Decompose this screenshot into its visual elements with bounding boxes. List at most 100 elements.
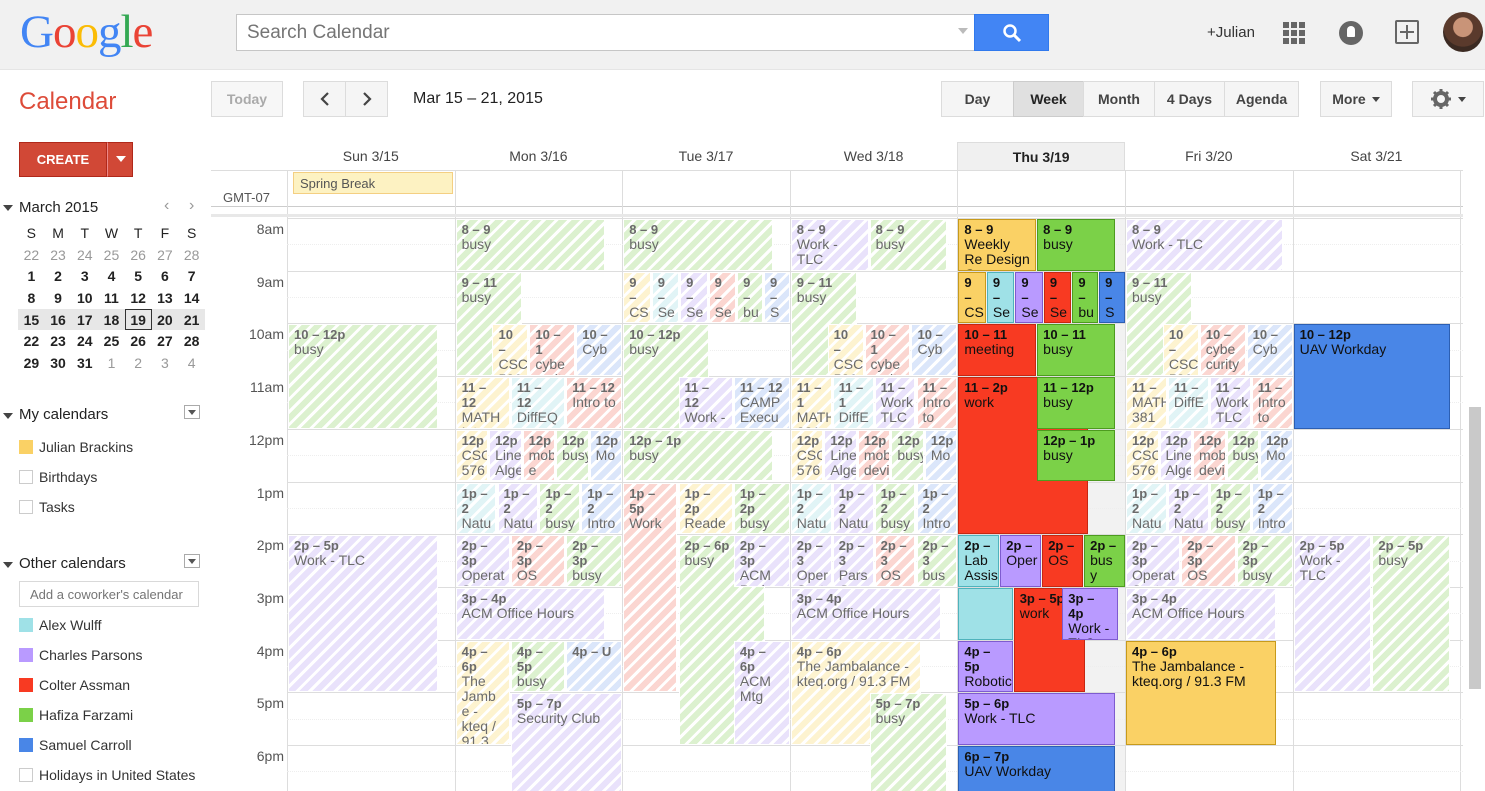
mini-day[interactable]: 28 [178,330,205,352]
calendar-item[interactable]: Charles Parsons [19,645,143,665]
day-header[interactable]: Wed 3/18 [790,142,958,170]
calendar-event[interactable]: 1p – 2Natu Com [790,482,832,535]
collapse-triangle-icon[interactable] [3,562,13,568]
mini-next-chevron-right-icon[interactable]: › [189,197,194,215]
calendar-event[interactable]: 4p – 6p ACM Mtg [733,640,790,745]
calendar-event[interactable]: 10 – cybe curity [1199,324,1246,377]
calendar-event[interactable]: 12p Line Alge [824,429,857,482]
calendar-event[interactable]: 8 – 9 busy [869,219,948,271]
create-button[interactable]: CREATE [19,142,107,177]
mini-day[interactable]: 17 [71,308,99,331]
calendar-event[interactable]: 2p – OS [1042,535,1084,587]
share-plus-icon[interactable] [1395,20,1419,44]
grid-scrollbar[interactable] [1469,407,1481,689]
calendar-event[interactable] [958,587,1013,640]
calendar-event[interactable]: 2p – 3Oper Syst [790,535,832,587]
mini-day[interactable]: 31 [71,352,98,374]
calendar-event[interactable]: 1p – 2Natu Com [832,482,874,535]
calendar-event[interactable]: 1p – 2Natu Com [1126,482,1167,535]
calendar-item[interactable]: Colter Assman [19,675,130,695]
calendar-event[interactable]: 2p – 5p Work - TLC [1293,535,1372,693]
calendar-event[interactable]: 10 – 11 busy [1037,324,1115,377]
mini-day[interactable]: 3 [71,265,98,287]
calendar-event[interactable]: 11 –MATH 381 - [1126,377,1167,429]
mini-day[interactable]: 12 [125,287,152,309]
calendar-event[interactable]: 2p – 3p OS [1181,535,1236,587]
calendar-event[interactable]: 1p – 2 busy [539,482,581,535]
mini-day[interactable]: 22 [18,330,45,352]
calendar-event[interactable]: 4p – 6p The Jamb e - kteq / 91.3 [455,640,510,745]
mini-day[interactable]: 24 [71,330,98,352]
calendar-event[interactable]: 12p Mo [924,429,958,482]
calendar-event[interactable]: 4p – 5pRobotic Mtg [958,640,1013,693]
calendar-event[interactable]: 4p – 6p The Jambalance - kteq.org / 91.3 … [1126,640,1276,745]
calendar-event[interactable]: 11 – 12 Intro to [566,377,623,429]
view-month-button[interactable]: Month [1083,81,1155,117]
calendar-event[interactable]: 12p Line Alge [1159,429,1193,482]
mini-day[interactable]: 28 [178,244,205,266]
calendar-event[interactable]: 9 –Se nr [708,271,737,324]
calendar-item[interactable]: Julian Brackins [19,437,133,457]
mini-day[interactable]: 21 [178,308,205,331]
calendar-event[interactable]: 4p – U [566,640,623,693]
mini-day[interactable]: 24 [71,244,98,266]
calendar-event[interactable]: 2p – 3pACM Projec [733,535,790,587]
more-button[interactable]: More [1320,81,1392,117]
calendar-event[interactable]: 1p – 2 Intro [581,482,623,535]
calendar-event[interactable]: 10 – 12p busy [288,324,438,429]
calendar-event[interactable]: 2p – 3pOperat System [1126,535,1181,587]
mini-day[interactable]: 5 [125,265,152,287]
notifications-bell-icon[interactable] [1339,21,1363,45]
calendar-event[interactable]: 12pCSC 576 [790,429,824,482]
calendar-event[interactable]: 12p mob devi [857,429,891,482]
calendar-event[interactable]: 11 – Intro to [1251,377,1293,429]
calendar-event[interactable]: 5p – 6p Work - TLC [958,693,1115,745]
calendar-event[interactable]: 9 – bu [1072,271,1099,324]
calendar-event[interactable]: 9 –Se nr [1015,271,1043,324]
calendar-event[interactable]: 5p – 7p busy [869,693,948,791]
calendar-event[interactable]: 12pmob e de [522,429,556,482]
calendar-event[interactable]: 2p – 3p busy [566,535,623,587]
calendar-event[interactable]: 1p – 2Natu Com [1167,482,1209,535]
mini-day[interactable]: 15 [18,308,45,331]
calendar-item[interactable]: Tasks [19,497,75,517]
calendar-event[interactable]: 1p – 2 Intro [916,482,958,535]
search-button[interactable] [974,14,1049,51]
calendar-event[interactable]: 3p – 4p ACM Office Hours [1126,587,1276,640]
calendar-event[interactable]: 3p – 4pWork - TLC [1062,587,1119,640]
mini-day[interactable]: 23 [45,330,72,352]
mini-day[interactable]: 19 [124,308,152,331]
calendar-event[interactable]: 11 – 12 CAMP Execu [733,377,790,429]
calendar-event[interactable]: 11 – 1MATH 381 - [790,377,832,429]
day-header[interactable]: Mon 3/16 [455,142,623,170]
my-calendars-heading[interactable]: My calendars [19,406,108,423]
calendar-event[interactable]: 2p – Lab Assis [958,535,1000,587]
today-button[interactable]: Today [211,81,283,117]
calendar-event[interactable]: 10 – 1cybe curity [864,324,911,377]
calendar-event[interactable]: 6p – 7p UAV Workday [958,746,1115,791]
calendar-event[interactable]: 4p – 5p busy [510,640,566,693]
calendar-event[interactable]: 10 –CSC 526 - [1162,324,1199,377]
calendar-event[interactable]: 1p – 2pReade Design [678,482,733,535]
calendar-item[interactable]: Holidays in United States [19,765,195,785]
mini-day[interactable]: 22 [18,244,45,266]
mini-day[interactable]: 4 [178,352,205,374]
calendar-event[interactable]: 12pbusy [1226,429,1260,482]
day-header[interactable]: Thu 3/19 [957,142,1125,170]
calendar-event[interactable]: 1p – 2p busy [733,482,790,535]
calendar-event[interactable]: 10 – 12p UAV Workday [1293,324,1451,429]
calendar-event[interactable]: 2p – 5p busy [1372,535,1451,693]
calendar-event[interactable]: 10 – Cyb [1246,324,1293,377]
calendar-event[interactable]: 8 – 9 Work - TLC [1126,219,1283,271]
calendar-event[interactable]: 11 – Work TLC [874,377,916,429]
calendar-event[interactable]: 1p – 2 Intro [1251,482,1293,535]
calendar-event[interactable]: 11 – 12MATH Intro To [455,377,510,429]
mini-day[interactable]: 18 [98,308,125,331]
calendar-event[interactable]: 2p – 3pOperat System [455,535,510,587]
day-header[interactable]: Tue 3/17 [622,142,790,170]
calendar-color-swatch[interactable] [19,470,33,484]
calendar-event[interactable]: 12pbusy [891,429,924,482]
search-options-chevron-down-icon[interactable] [958,28,968,34]
previous-week-button[interactable] [303,81,346,117]
calendar-color-swatch[interactable] [19,648,33,662]
